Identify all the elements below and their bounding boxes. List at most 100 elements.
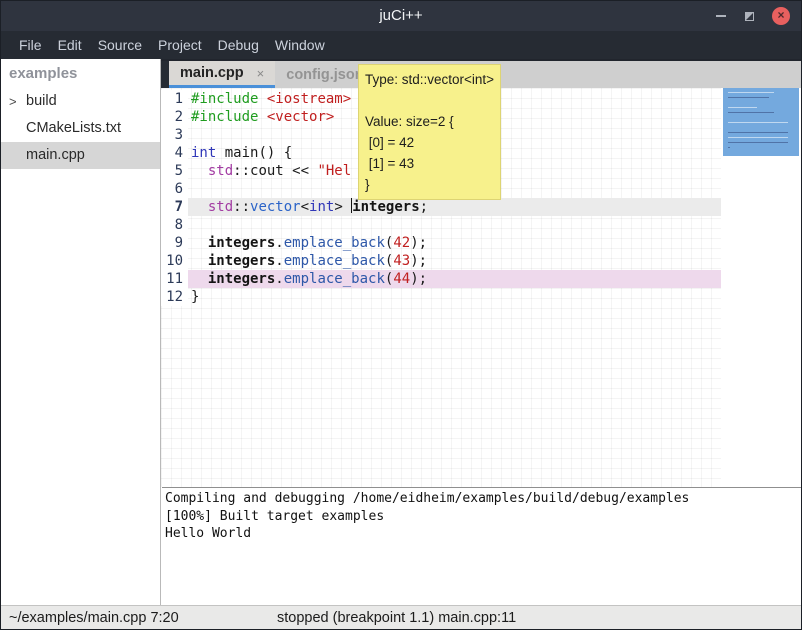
- sidebar-item-build[interactable]: > build: [1, 88, 160, 115]
- minimap-code-line: [728, 137, 788, 138]
- code-token: #include: [191, 91, 258, 107]
- code-token: <vector>: [267, 109, 334, 125]
- menubar: FileEditSourceProjectDebugWindow: [1, 31, 801, 59]
- code-line-text[interactable]: integers.emplace_back(43);: [188, 252, 721, 270]
- code-token: main() {: [216, 145, 292, 161]
- code-token: [258, 91, 266, 107]
- menu-item-debug[interactable]: Debug: [210, 31, 267, 59]
- code-token: 43: [393, 253, 410, 269]
- menu-item-project[interactable]: Project: [150, 31, 210, 59]
- minimap-code-line: [728, 147, 730, 148]
- code-line[interactable]: 8: [161, 216, 721, 234]
- code-line[interactable]: 10 integers.emplace_back(43);: [161, 252, 721, 270]
- code-token: ::: [233, 199, 250, 215]
- code-token: emplace_back: [284, 253, 385, 269]
- minimap[interactable]: [721, 88, 802, 487]
- line-number[interactable]: 3: [161, 126, 188, 144]
- output-console[interactable]: Compiling and debugging /home/eidheim/ex…: [162, 487, 802, 605]
- tab-main-cpp[interactable]: main.cpp ×: [169, 61, 275, 88]
- line-number[interactable]: 1: [161, 90, 188, 108]
- line-number[interactable]: 5: [161, 162, 188, 180]
- tooltip-line: [365, 90, 494, 111]
- code-line[interactable]: 7 std::vector<int> integers;: [161, 198, 721, 216]
- code-token: #include: [191, 109, 258, 125]
- menu-item-file[interactable]: File: [11, 31, 50, 59]
- line-number[interactable]: 10: [161, 252, 188, 270]
- console-line: Hello World: [165, 525, 802, 543]
- line-number[interactable]: 9: [161, 234, 188, 252]
- sidebar-item-label: build: [26, 88, 57, 115]
- app-window: juCi++ × FileEditSourceProjectDebugWindo…: [0, 0, 802, 630]
- line-number[interactable]: 11: [161, 270, 188, 288]
- minimize-button[interactable]: [709, 1, 733, 31]
- window-title: juCi++: [1, 1, 801, 31]
- tooltip-line: [0] = 42: [365, 132, 494, 153]
- code-token: int: [191, 145, 216, 161]
- line-number[interactable]: 7: [161, 198, 188, 216]
- line-number[interactable]: 8: [161, 216, 188, 234]
- status-file-position: ~/examples/main.cpp 7:20: [9, 606, 179, 630]
- minimap-viewport[interactable]: [723, 88, 799, 156]
- tab-label: config.json: [286, 67, 363, 83]
- code-token: vector: [250, 199, 301, 215]
- code-line-text[interactable]: integers.emplace_back(42);: [188, 234, 721, 252]
- minimap-code-line: [728, 92, 774, 93]
- code-line-text[interactable]: }: [188, 288, 721, 306]
- code-token: integers: [352, 199, 419, 215]
- line-number[interactable]: 6: [161, 180, 188, 198]
- code-token: );: [410, 253, 427, 269]
- code-token: );: [410, 235, 427, 251]
- titlebar[interactable]: juCi++ ×: [1, 1, 801, 31]
- code-token: <iostream>: [267, 91, 351, 107]
- code-token: );: [410, 271, 427, 287]
- code-token: "Hel: [317, 163, 351, 179]
- code-line-text[interactable]: [188, 216, 721, 234]
- code-line[interactable]: 9 integers.emplace_back(42);: [161, 234, 721, 252]
- menu-item-edit[interactable]: Edit: [50, 31, 90, 59]
- code-token: [191, 271, 208, 287]
- code-line-text[interactable]: integers.emplace_back(44);: [188, 270, 721, 288]
- close-icon: ×: [772, 7, 790, 25]
- file-tree-sidebar: examples > buildCMakeLists.txtmain.cpp: [1, 59, 161, 605]
- code-line-text[interactable]: std::vector<int> integers;: [188, 198, 721, 216]
- line-number[interactable]: 12: [161, 288, 188, 306]
- tab-label: main.cpp: [180, 65, 244, 81]
- code-token: std: [208, 163, 233, 179]
- tooltip-line: }: [365, 174, 494, 195]
- tab-close-icon[interactable]: ×: [257, 66, 265, 81]
- code-token: [191, 163, 208, 179]
- code-token: integers: [208, 253, 275, 269]
- code-token: integers: [208, 271, 275, 287]
- code-token: std: [208, 199, 233, 215]
- sidebar-item-main-cpp[interactable]: main.cpp: [1, 142, 160, 169]
- code-token: integers: [208, 235, 275, 251]
- minimap-code-line: [728, 132, 788, 133]
- code-token: <: [301, 199, 309, 215]
- project-name: examples: [1, 59, 160, 88]
- code-token: [191, 235, 208, 251]
- code-token: ;: [420, 199, 428, 215]
- code-line[interactable]: 11 integers.emplace_back(44);: [161, 270, 721, 288]
- sidebar-item-label: CMakeLists.txt: [26, 115, 121, 142]
- line-number[interactable]: 4: [161, 144, 188, 162]
- code-token: .: [275, 253, 283, 269]
- close-button[interactable]: ×: [769, 1, 793, 31]
- tooltip-line: Type: std::vector<int>: [365, 69, 494, 90]
- code-line[interactable]: 12}: [161, 288, 721, 306]
- console-line: [100%] Built target examples: [165, 508, 802, 526]
- debug-value-tooltip: Type: std::vector<int>Value: size=2 { [0…: [358, 64, 501, 200]
- code-token: [191, 253, 208, 269]
- code-token: [258, 109, 266, 125]
- line-number[interactable]: 2: [161, 108, 188, 126]
- minimap-code-line: [728, 107, 757, 108]
- menu-item-window[interactable]: Window: [267, 31, 333, 59]
- sidebar-item-label: main.cpp: [26, 142, 85, 169]
- code-token: .: [275, 235, 283, 251]
- menu-item-source[interactable]: Source: [90, 31, 150, 59]
- restore-button[interactable]: [737, 1, 761, 31]
- code-token: }: [191, 289, 199, 305]
- chevron-right-icon[interactable]: >: [9, 88, 17, 115]
- minimize-icon: [716, 15, 726, 17]
- code-token: int: [309, 199, 334, 215]
- sidebar-item-cmakelists-txt[interactable]: CMakeLists.txt: [1, 115, 160, 142]
